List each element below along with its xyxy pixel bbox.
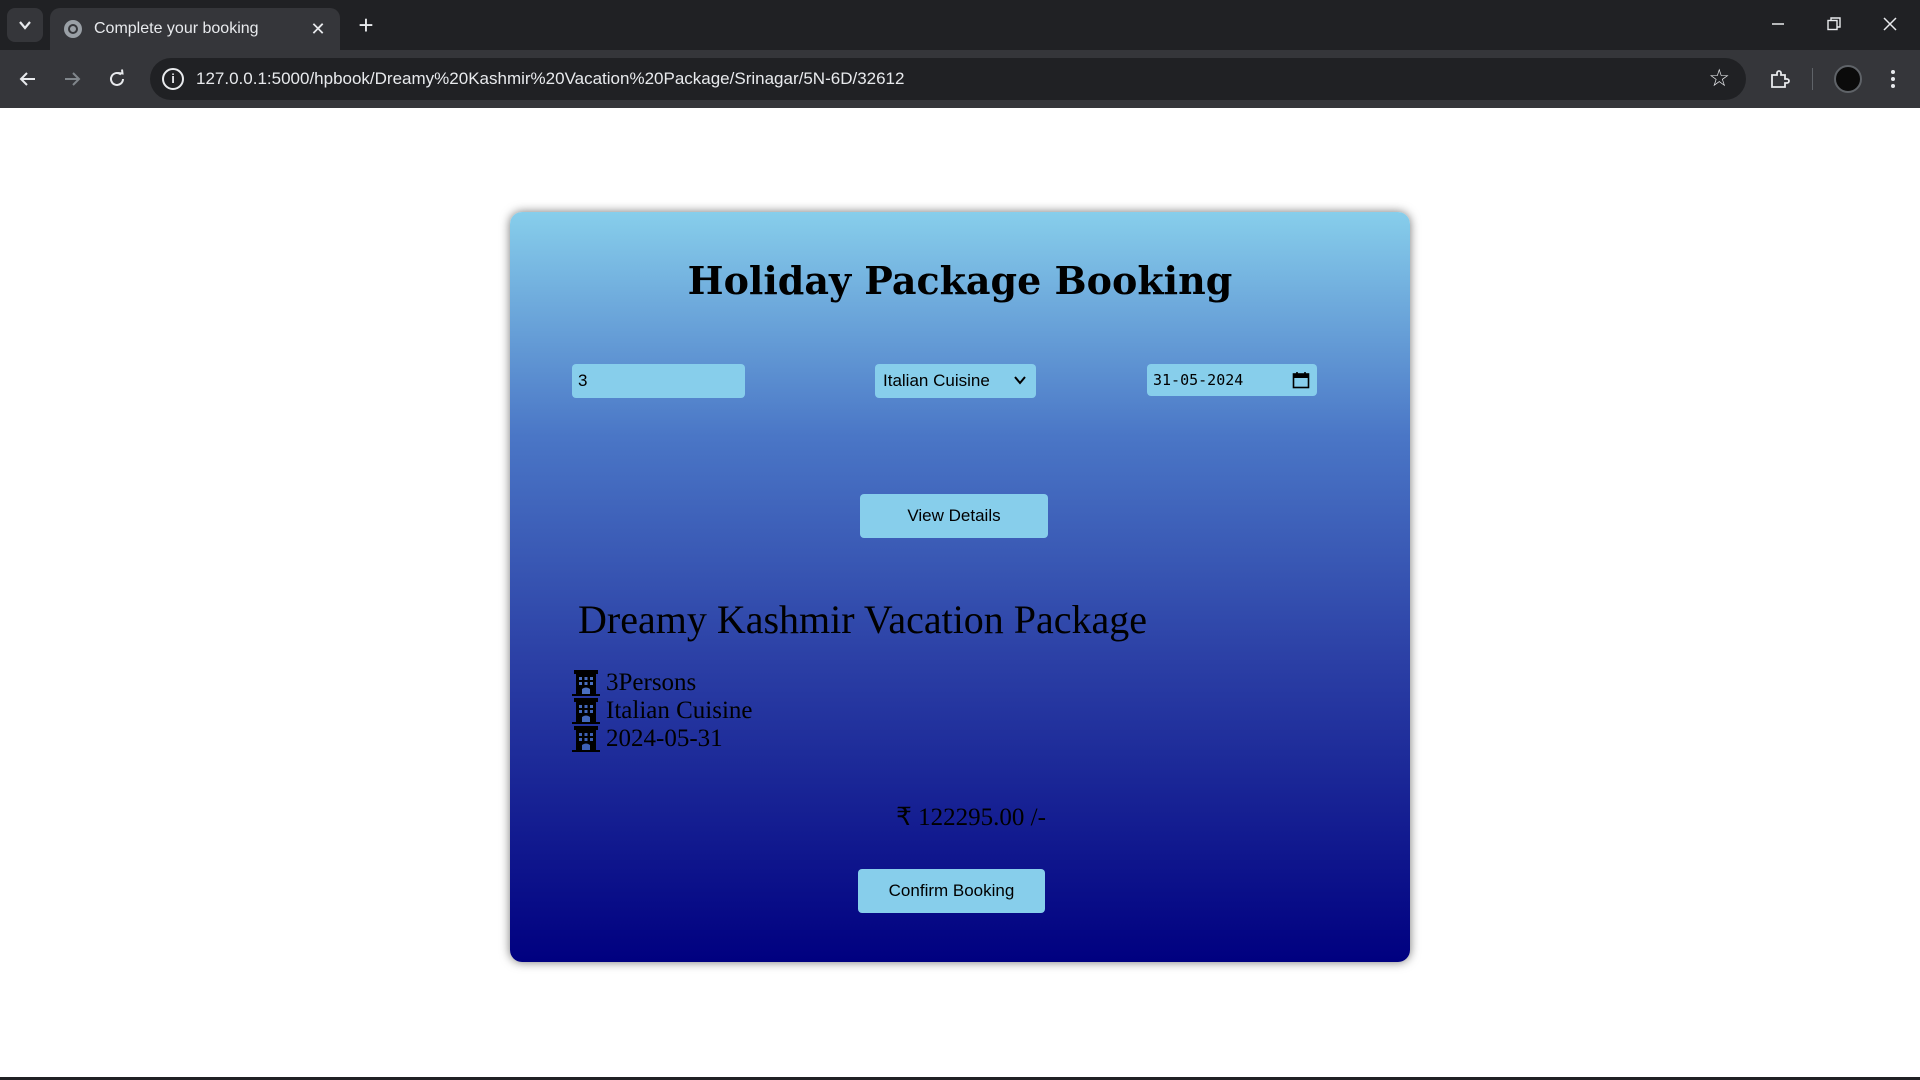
chevron-down-icon [1014, 376, 1026, 385]
toolbar-divider [1812, 68, 1813, 90]
arrow-right-icon [65, 72, 81, 86]
confirm-booking-button[interactable]: Confirm Booking [858, 869, 1045, 913]
detail-date: 2024-05-31 [572, 725, 753, 753]
reload-icon [110, 69, 124, 86]
restore-icon [1827, 17, 1841, 31]
reload-button[interactable] [101, 63, 133, 95]
date-value: 31-05-2024 [1153, 371, 1244, 389]
chevron-down-icon [19, 21, 31, 30]
restore-button[interactable] [1814, 10, 1854, 40]
info-icon[interactable]: i [162, 68, 184, 90]
view-details-button[interactable]: View Details [860, 494, 1048, 538]
tab-strip: Complete your booking ✕ + [0, 0, 1920, 50]
new-tab-button[interactable]: + [352, 10, 380, 40]
close-icon [1883, 17, 1897, 31]
detail-text: 2024-05-31 [606, 725, 723, 752]
booking-card: Holiday Package Booking Italian Cuisine … [510, 212, 1410, 962]
detail-cuisine: Italian Cuisine [572, 697, 753, 725]
browser-toolbar: i 127.0.0.1:5000/hpbook/Dreamy%20Kashmir… [0, 50, 1920, 108]
detail-text: 3Persons [606, 669, 697, 696]
back-button[interactable] [12, 63, 44, 95]
minimize-icon [1772, 23, 1784, 25]
minimize-button[interactable] [1758, 10, 1798, 40]
hotel-icon [572, 670, 600, 696]
profile-avatar[interactable] [1834, 65, 1862, 93]
tab-title: Complete your booking [94, 20, 259, 37]
package-price: ₹ 122295.00 /- [896, 804, 1046, 831]
forward-button[interactable] [56, 63, 88, 95]
globe-icon [64, 20, 82, 38]
tab-search-button[interactable] [7, 8, 43, 42]
hotel-icon [572, 698, 600, 724]
hotel-icon [572, 726, 600, 752]
arrow-left-icon [19, 72, 35, 86]
detail-text: Italian Cuisine [606, 697, 753, 724]
close-window-button[interactable] [1870, 10, 1910, 40]
package-details: 3Persons Italian Cuisine 2024-05-31 [572, 669, 753, 753]
detail-persons: 3Persons [572, 669, 753, 697]
puzzle-icon [1771, 70, 1790, 88]
persons-input[interactable] [572, 364, 745, 398]
address-bar[interactable]: i 127.0.0.1:5000/hpbook/Dreamy%20Kashmir… [150, 58, 1746, 100]
url-text[interactable]: 127.0.0.1:5000/hpbook/Dreamy%20Kashmir%2… [196, 69, 904, 89]
cuisine-selected-value: Italian Cuisine [883, 371, 990, 390]
menu-button[interactable] [1877, 63, 1909, 95]
more-vert-icon [1891, 70, 1895, 88]
page-title: Holiday Package Booking [687, 258, 1233, 303]
cuisine-select[interactable]: Italian Cuisine [875, 364, 1036, 398]
calendar-icon[interactable] [1292, 371, 1310, 389]
date-input[interactable]: 31-05-2024 [1147, 364, 1317, 396]
close-tab-icon[interactable]: ✕ [306, 19, 330, 40]
package-name: Dreamy Kashmir Vacation Package [578, 597, 1148, 642]
extensions-button[interactable] [1764, 63, 1796, 95]
bookmark-star-icon[interactable]: ☆ [1708, 64, 1730, 93]
tab-active[interactable]: Complete your booking ✕ [50, 8, 340, 50]
